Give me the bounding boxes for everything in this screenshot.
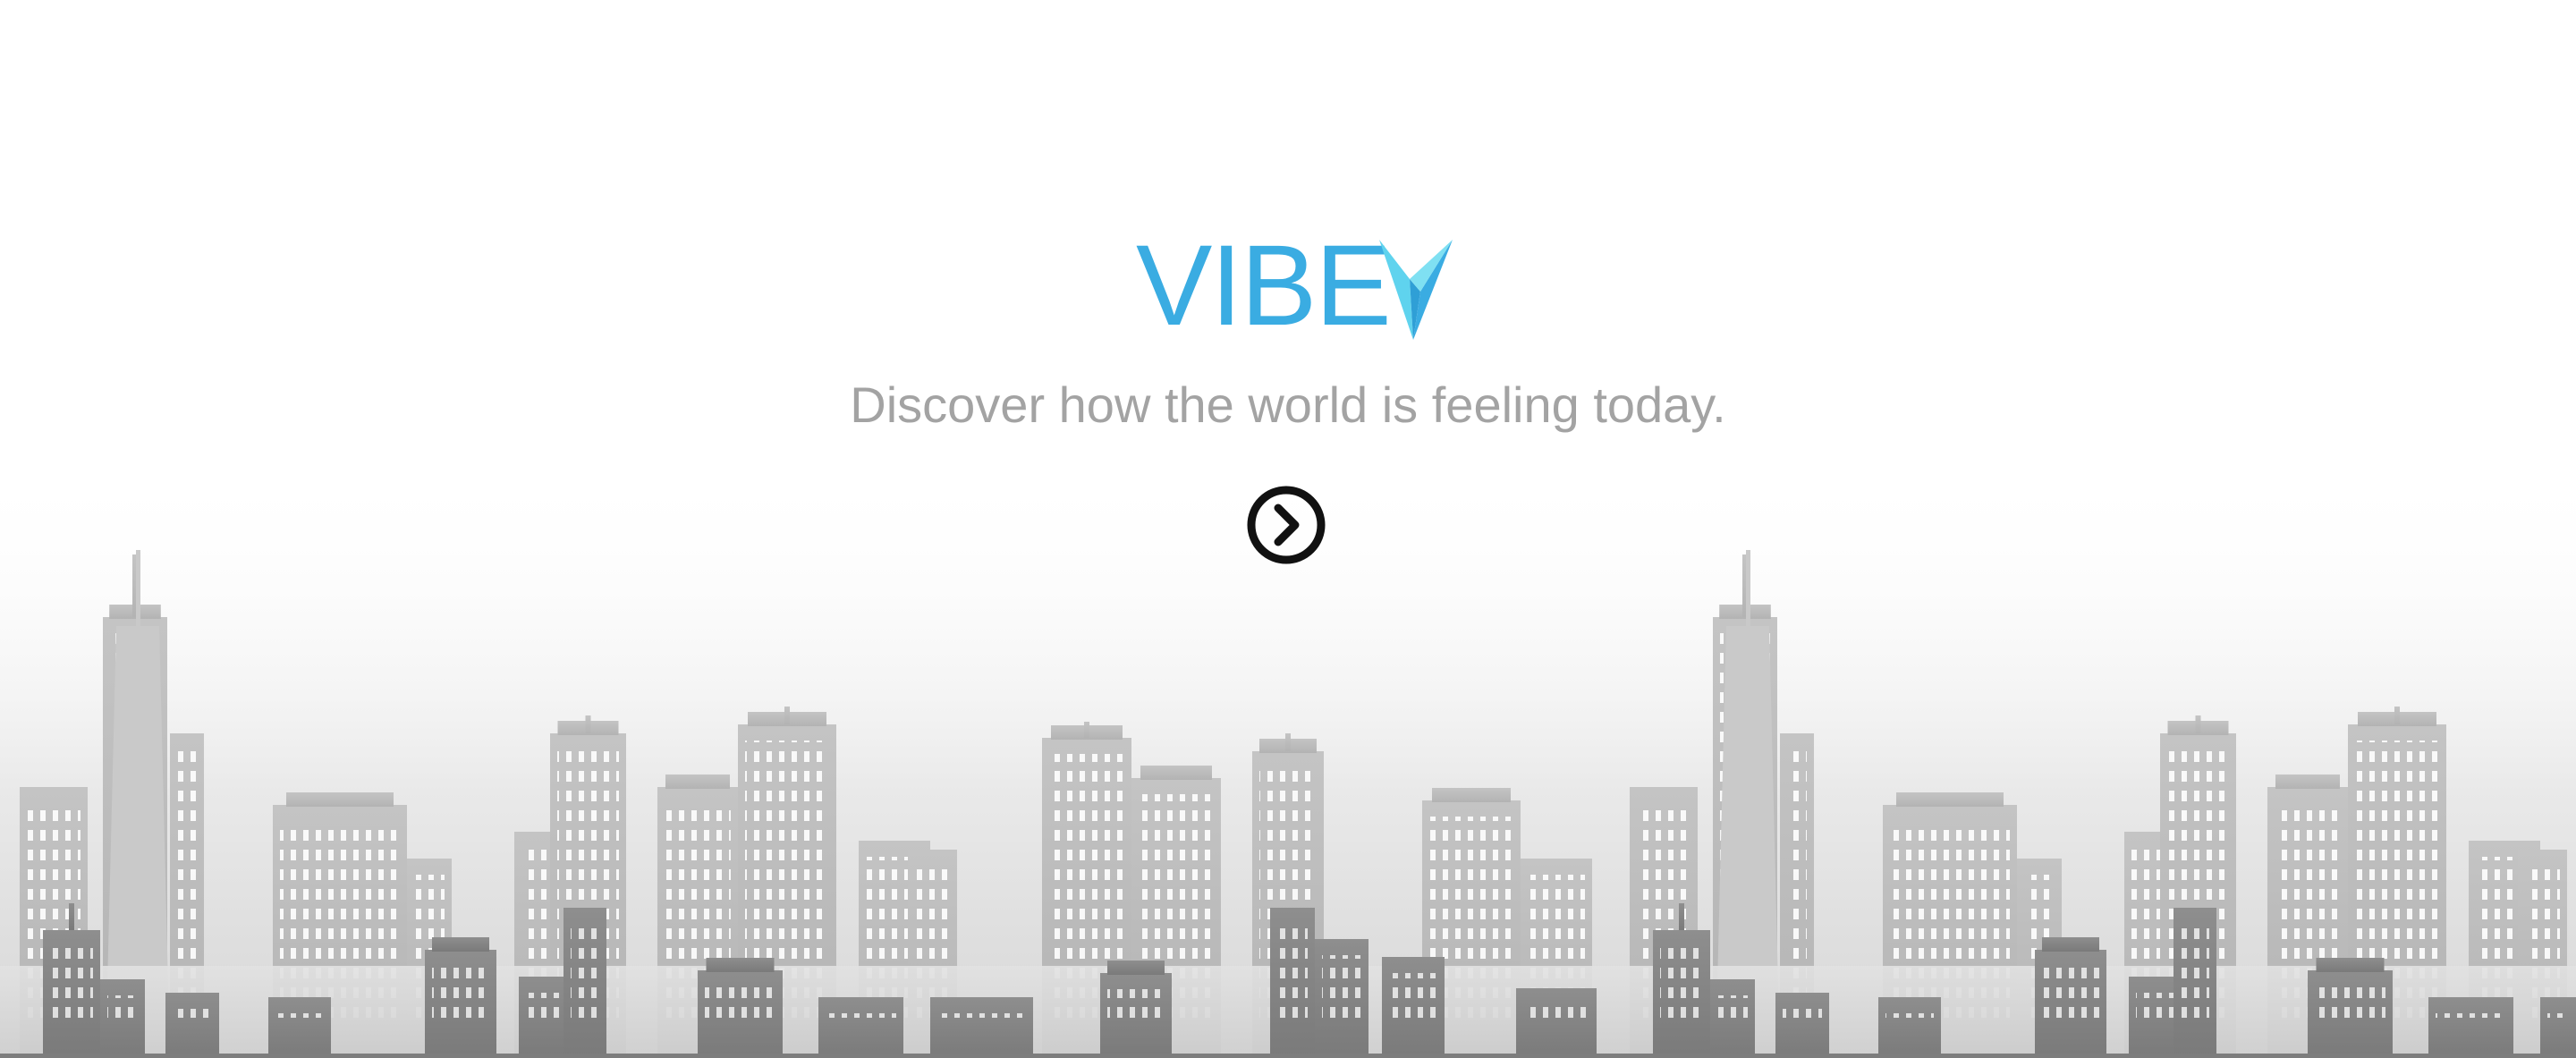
landing-page: VIBE Discover how the world is feeling t… bbox=[0, 0, 2576, 1058]
hero-section: VIBE Discover how the world is feeling t… bbox=[0, 0, 2576, 1058]
next-button[interactable] bbox=[1246, 485, 1326, 565]
tagline: Discover how the world is feeling today. bbox=[850, 377, 1726, 433]
chevron-right-circle-icon bbox=[1247, 486, 1326, 564]
checkmark-icon bbox=[1379, 240, 1453, 340]
logo-wordmark: VIBE bbox=[1136, 222, 1392, 350]
vibe-logo: VIBE bbox=[1136, 229, 1458, 347]
